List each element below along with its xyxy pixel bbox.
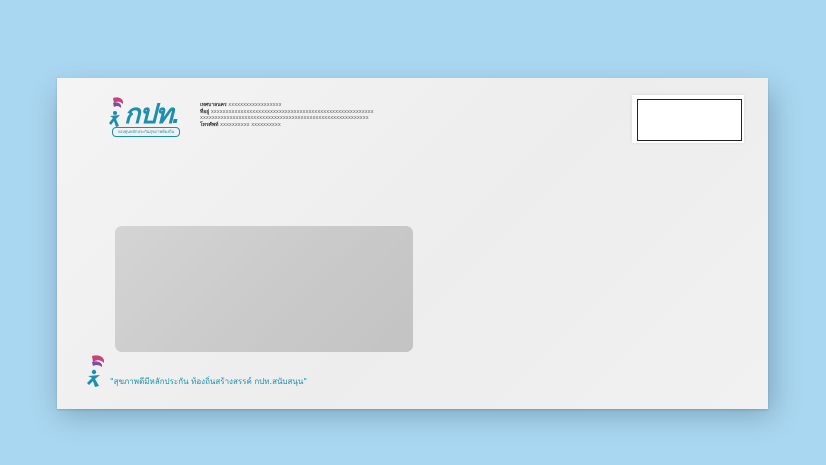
sender-phone-row: โทรศัพท์ xxxxxxxxxx xxxxxxxxxx <box>200 122 374 129</box>
logo-text: กปท. <box>124 99 180 129</box>
sender-address-label: ที่อยู่ <box>200 108 210 115</box>
logo: กปท. กองทุนหลักประกันสุขภาพท้องถิ่น <box>109 96 189 138</box>
stamp-box <box>637 99 742 141</box>
slogan-text: "สุขภาพดีมีหลักประกัน ท้องถิ่นสร้างสรรค์… <box>110 377 307 386</box>
sender-address-line2: xxxxxxxxxxxxxxxxxxxxxxxxxxxxxxxxxxxxxxxx… <box>200 115 369 121</box>
logo-subtitle: กองทุนหลักประกันสุขภาพท้องถิ่น <box>112 127 180 137</box>
slogan-figure-icon <box>86 354 108 388</box>
sender-address: เทศบาลนคร xxxxxxxxxxxxxxxxxx ที่อยู่ xxx… <box>200 102 374 128</box>
envelope: กปท. กองทุนหลักประกันสุขภาพท้องถิ่น เทศบ… <box>57 78 768 409</box>
sender-name-label: เทศบาลนคร <box>200 102 227 108</box>
sender-address-line1: xxxxxxxxxxxxxxxxxxxxxxxxxxxxxxxxxxxxxxxx… <box>210 108 374 115</box>
address-window <box>115 226 413 352</box>
sender-phone-label: โทรศัพท์ <box>200 121 219 128</box>
sender-name-value: xxxxxxxxxxxxxxxxxx <box>228 102 282 108</box>
sender-phone-value: xxxxxxxxxx xxxxxxxxxx <box>220 121 281 128</box>
stamp-area <box>632 95 744 143</box>
logo-figure-icon <box>109 97 124 127</box>
